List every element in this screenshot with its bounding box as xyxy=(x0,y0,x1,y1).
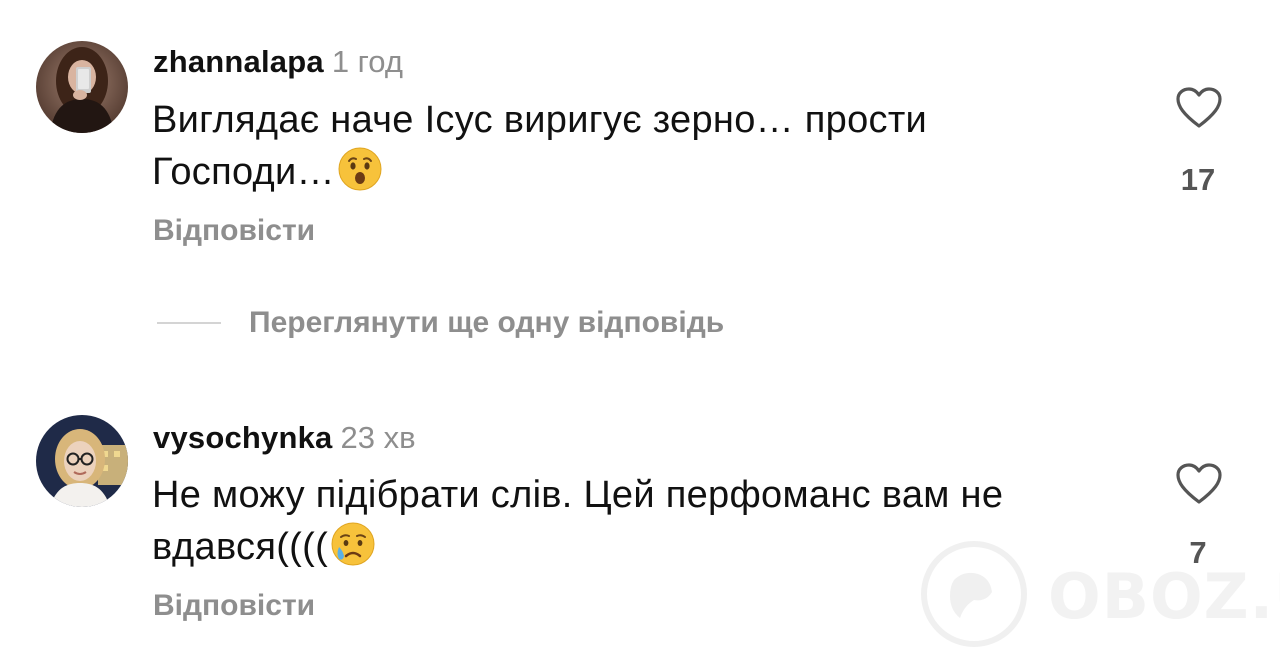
view-more-replies-label: Переглянути ще одну відповідь xyxy=(249,306,725,339)
crying-face-emoji xyxy=(331,522,375,566)
heart-outline-icon[interactable] xyxy=(1175,86,1223,130)
username[interactable]: zhannalapa xyxy=(153,44,324,79)
username[interactable]: vysochynka xyxy=(153,420,333,455)
divider-line xyxy=(157,322,221,324)
view-more-replies-button[interactable]: Переглянути ще одну відповідь xyxy=(157,303,724,343)
avatar[interactable] xyxy=(36,415,128,507)
reply-button[interactable]: Відповісти xyxy=(153,213,315,249)
comments-panel: zhannalapa 1 год Виглядає наче Ісус вириг… xyxy=(0,0,1280,667)
timestamp: 23 хв xyxy=(340,420,416,455)
comment-body: Не можу підібрати слів. Цей перфоманс ва… xyxy=(152,474,1004,568)
watermark-text: OBOZ.UA xyxy=(1048,560,1280,633)
like-count: 17 xyxy=(1180,162,1216,197)
timestamp: 1 год xyxy=(331,44,403,79)
globe-logo-icon xyxy=(921,541,1027,647)
watermark: OBOZ.UA xyxy=(920,540,1280,652)
heart-outline-icon[interactable] xyxy=(1175,462,1223,506)
comment-item: zhannalapa 1 год Виглядає наче Ісус вириг… xyxy=(0,0,1280,290)
reply-button[interactable]: Відповісти xyxy=(153,588,315,624)
comment-meta: vysochynka 23 хв xyxy=(153,420,416,456)
comment-text: Виглядає наче Ісус виригує зерно… прости… xyxy=(152,95,1102,198)
avatar[interactable] xyxy=(36,41,128,133)
comment-meta: zhannalapa 1 год xyxy=(153,44,403,80)
comment-body: Виглядає наче Ісус виригує зерно… прости… xyxy=(152,99,928,193)
astonished-face-emoji xyxy=(338,147,382,191)
